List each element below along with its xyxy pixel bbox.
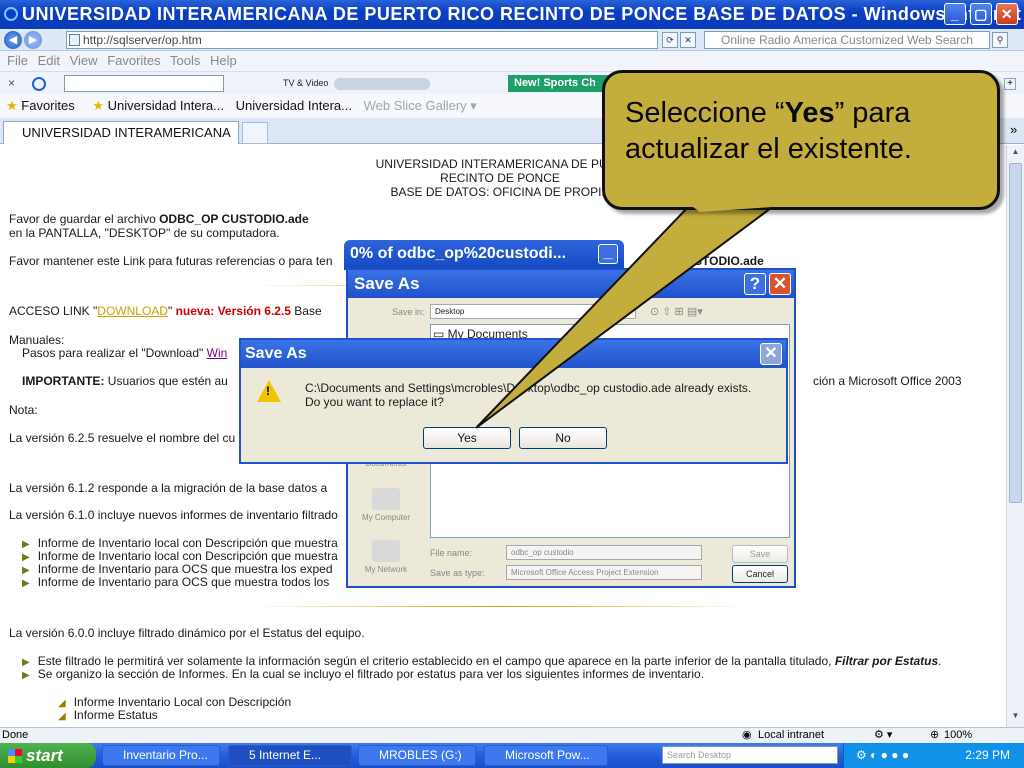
status-text: Done [2, 729, 29, 741]
task-powerpoint[interactable]: Microsoft Pow... [484, 745, 608, 766]
start-button[interactable]: start [0, 743, 96, 768]
tray-icons[interactable]: ⚙ ◐ ● ● ● [856, 743, 909, 768]
zone-label: Local intranet [758, 729, 825, 741]
task-label: Microsoft Pow... [505, 748, 590, 762]
callout-joint-patch [693, 207, 772, 212]
desktop-search-input[interactable]: Search Desktop [662, 746, 838, 764]
screen: UNIVERSIDAD INTERAMERICANA DE PUERTO RIC… [0, 0, 1024, 768]
task-inventario[interactable]: Inventario Pro... [102, 745, 220, 766]
task-label: 5 Internet E... [249, 748, 322, 762]
zoom-level[interactable]: 100% [944, 728, 972, 743]
task-label: MROBLES (G:) [379, 748, 462, 762]
clock[interactable]: 2:29 PM [965, 748, 1010, 762]
desktop-search-placeholder: Search Desktop [667, 750, 732, 760]
task-label: Inventario Pro... [123, 748, 208, 762]
start-label: start [26, 746, 63, 765]
zone-icon: ◉ [742, 729, 752, 741]
task-mrobles[interactable]: MROBLES (G:) [358, 745, 476, 766]
system-tray: ⚙ ◐ ● ● ● 2:29 PM [843, 743, 1024, 768]
taskbar: start Inventario Pro... 5 Internet E... … [0, 743, 1024, 768]
callout-joint [693, 207, 772, 212]
status-bar: Done ◉ Local intranet ⚙ ▾ ⊕ 100% [0, 727, 1024, 743]
task-internet-explorer[interactable]: 5 Internet E... [228, 745, 352, 766]
zoom-icon[interactable]: ⊕ [930, 728, 939, 743]
security-icon[interactable]: ⚙ ▾ [874, 728, 892, 743]
windows-logo-icon [8, 749, 22, 763]
